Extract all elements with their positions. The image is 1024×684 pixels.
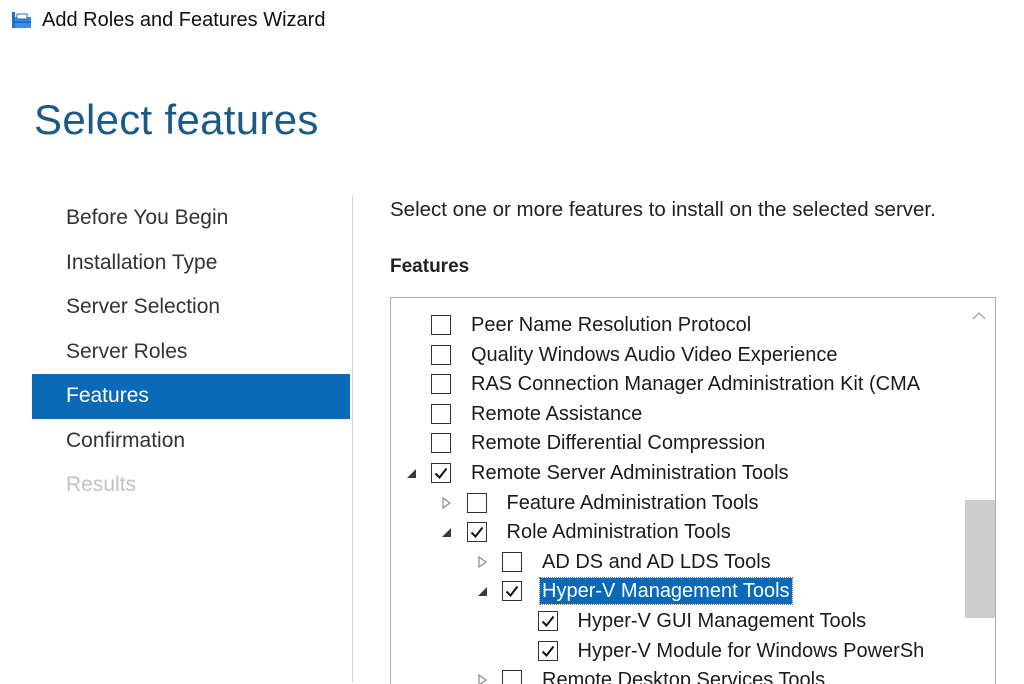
feature-row[interactable]: AD DS and AD LDS Tools	[391, 547, 963, 577]
feature-label[interactable]: RAS Connection Manager Administration Ki…	[469, 371, 922, 397]
collapsed-arrow-icon[interactable]	[441, 496, 453, 509]
checkbox-unchecked[interactable]	[466, 492, 487, 513]
checkbox-checked[interactable]	[431, 463, 451, 483]
checkbox-unchecked[interactable]	[502, 551, 522, 572]
feature-row[interactable]: Remote Server Administration Tools	[391, 458, 963, 488]
feature-row[interactable]: Remote Differential Compression	[391, 428, 963, 458]
nav-item-server-roles[interactable]: Server Roles	[32, 330, 350, 375]
nav-divider	[352, 196, 353, 683]
features-heading: Features	[390, 256, 470, 277]
nav-item-results: Results	[66, 473, 137, 496]
nav-item-before-you-begin[interactable]: Before You Begin	[32, 196, 350, 241]
checkbox-unchecked[interactable]	[431, 374, 451, 395]
window-title: Add Roles and Features Wizard	[42, 8, 326, 31]
feature-label[interactable]: Remote Desktop Services Tools	[540, 667, 827, 684]
checkbox-checked[interactable]	[537, 611, 558, 631]
page-title: Select features	[34, 96, 319, 143]
feature-label[interactable]: Role Administration Tools	[505, 519, 733, 545]
feature-label[interactable]: Feature Administration Tools	[505, 490, 761, 516]
scrollbar-thumb[interactable]	[965, 500, 995, 618]
collapsed-arrow-icon[interactable]	[476, 555, 488, 568]
feature-label[interactable]: Hyper-V Management Tools	[539, 577, 793, 606]
feature-row[interactable]: Role Administration Tools	[391, 517, 963, 547]
nav-item-server-selection[interactable]: Server Selection	[32, 285, 350, 330]
instruction-text: Select one or more features to install o…	[390, 198, 936, 221]
feature-row[interactable]: Feature Administration Tools	[391, 488, 963, 518]
feature-row[interactable]: Remote Assistance	[391, 399, 963, 429]
feature-row[interactable]: Hyper-V GUI Management Tools	[391, 606, 963, 636]
checkbox-unchecked[interactable]	[431, 403, 451, 424]
checkbox-unchecked[interactable]	[431, 315, 451, 335]
wizard-app-icon	[12, 12, 32, 28]
title-bar: Add Roles and Features Wizard	[12, 6, 325, 34]
expanded-arrow-icon[interactable]	[405, 467, 417, 479]
feature-row[interactable]: RAS Connection Manager Administration Ki…	[391, 369, 963, 399]
feature-label[interactable]: Peer Name Resolution Protocol	[469, 312, 753, 338]
checkbox-unchecked[interactable]	[431, 344, 451, 365]
wizard-nav: Before You Begin Installation Type Server …	[32, 196, 350, 508]
feature-label[interactable]: Remote Assistance	[469, 401, 644, 427]
feature-row[interactable]: Quality Windows Audio Video Experience	[391, 340, 963, 370]
vertical-scrollbar[interactable]	[963, 298, 995, 684]
nav-item-features[interactable]: Features	[32, 374, 350, 419]
feature-row[interactable]: Hyper-V Management Tools	[391, 576, 963, 606]
feature-label[interactable]: Hyper-V GUI Management Tools	[576, 608, 869, 634]
checkbox-unchecked[interactable]	[502, 670, 522, 684]
checkbox-checked[interactable]	[502, 581, 522, 602]
checkbox-unchecked[interactable]	[431, 433, 451, 454]
scroll-up-icon[interactable]	[963, 298, 995, 334]
nav-item-confirmation[interactable]: Confirmation	[32, 419, 350, 464]
checkbox-checked[interactable]	[466, 522, 487, 543]
feature-row[interactable]: Remote Desktop Services Tools	[391, 665, 963, 684]
expanded-arrow-icon[interactable]	[476, 585, 488, 597]
expanded-arrow-icon[interactable]	[441, 526, 453, 538]
feature-label[interactable]: Remote Server Administration Tools	[469, 460, 791, 486]
feature-label[interactable]: Remote Differential Compression	[469, 430, 767, 456]
feature-label[interactable]: Quality Windows Audio Video Experience	[469, 342, 840, 368]
feature-label[interactable]: Hyper-V Module for Windows PowerSh	[576, 638, 927, 664]
checkbox-checked[interactable]	[537, 640, 558, 661]
feature-row[interactable]: Peer Name Resolution Protocol	[391, 310, 963, 340]
features-tree[interactable]: Peer Name Resolution Protocol Quality Win…	[390, 297, 996, 684]
feature-row[interactable]: Hyper-V Module for Windows PowerSh	[391, 636, 963, 666]
feature-label[interactable]: AD DS and AD LDS Tools	[540, 549, 773, 575]
nav-item-installation-type[interactable]: Installation Type	[32, 241, 350, 286]
